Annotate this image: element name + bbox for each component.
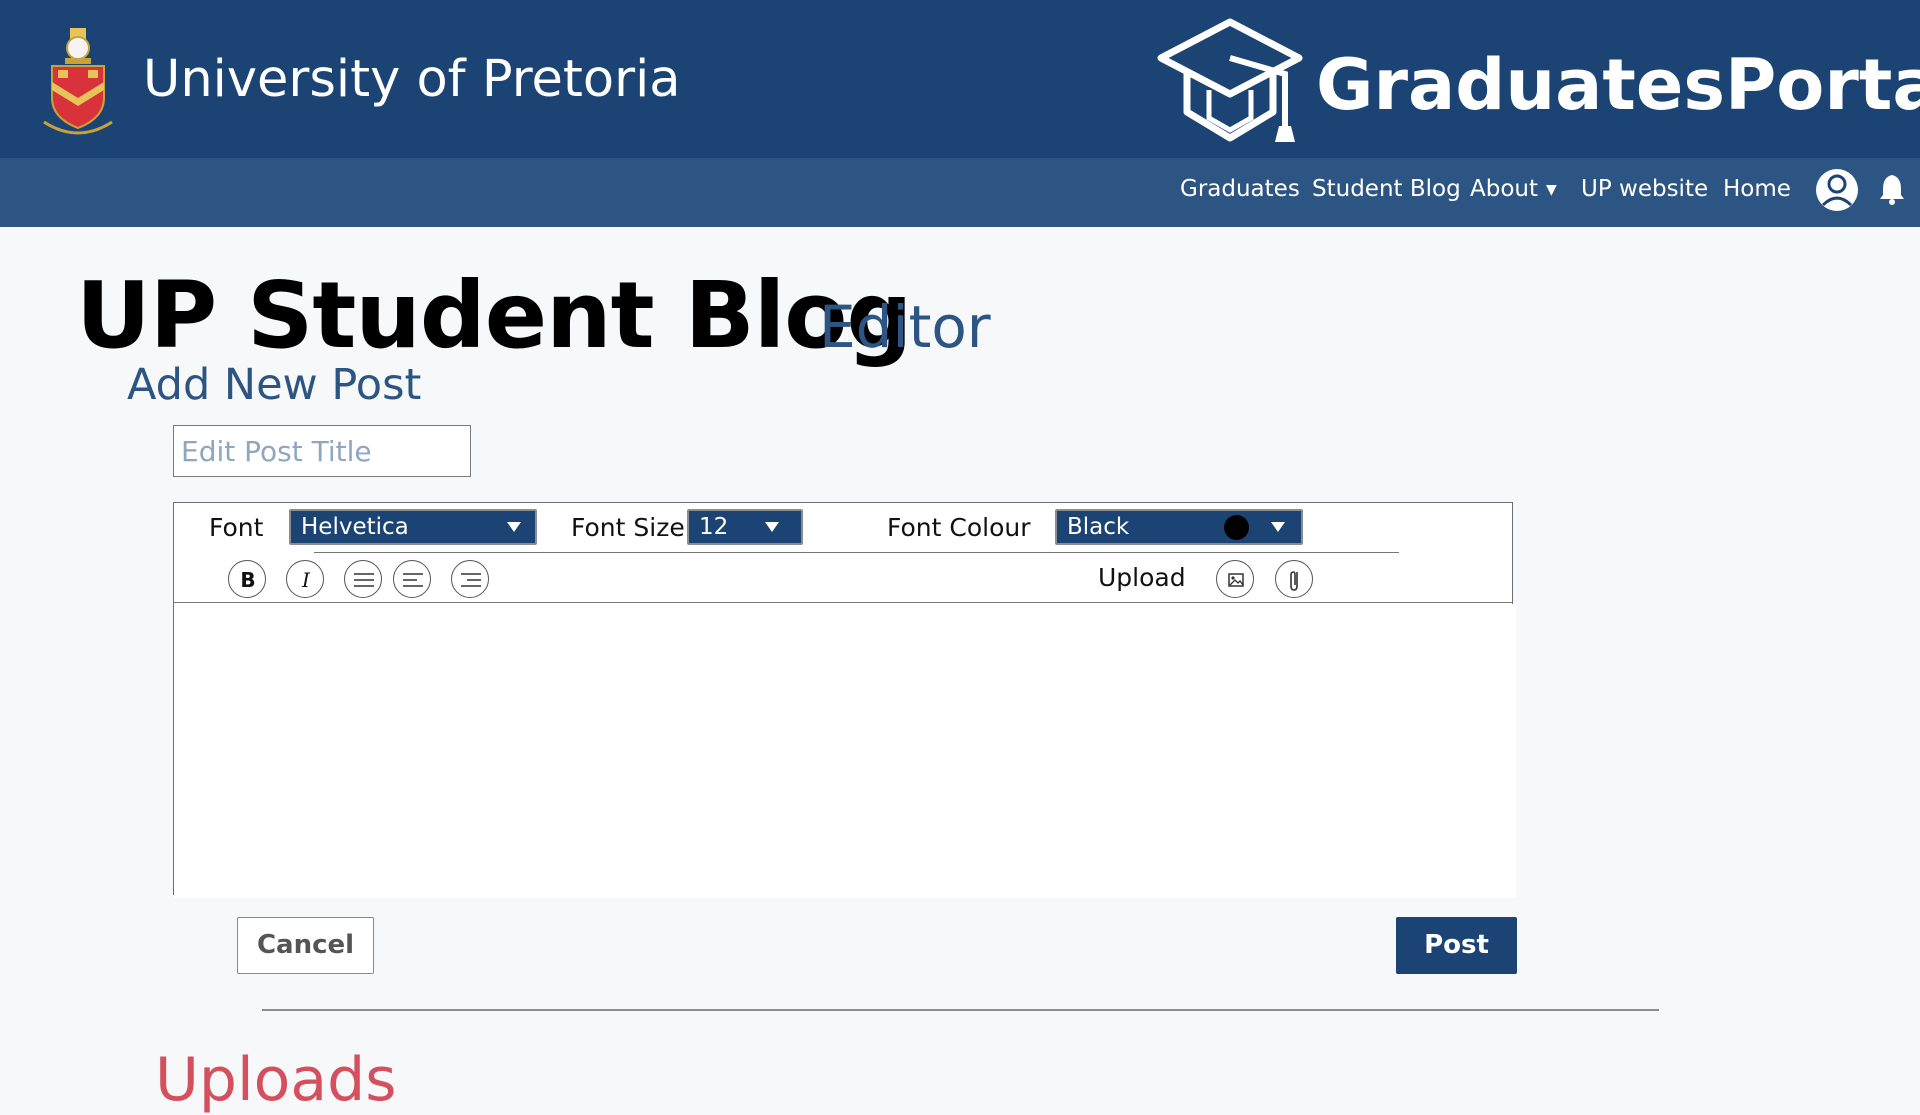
bold-button[interactable]: B bbox=[228, 560, 266, 598]
page-title: UP Student Blog bbox=[76, 262, 912, 369]
toolbar-divider bbox=[314, 552, 1399, 553]
uploads-heading: Uploads bbox=[155, 1045, 397, 1115]
align-right-icon bbox=[461, 573, 481, 587]
italic-button[interactable]: I bbox=[286, 560, 324, 598]
chevron-down-icon bbox=[507, 522, 521, 532]
bell-icon[interactable] bbox=[1879, 173, 1905, 205]
font-colour-label: Font Colour bbox=[887, 513, 1031, 542]
chevron-down-icon: ▼ bbox=[1546, 181, 1557, 198]
colour-swatch bbox=[1224, 515, 1249, 540]
image-icon bbox=[1228, 573, 1244, 587]
university-crest-icon[interactable] bbox=[40, 26, 116, 138]
font-size-select[interactable]: 12 bbox=[687, 509, 803, 545]
font-select-value: Helvetica bbox=[301, 514, 409, 540]
align-left-icon bbox=[403, 573, 423, 587]
font-size-select-value: 12 bbox=[699, 514, 729, 540]
align-justify-icon bbox=[354, 573, 374, 587]
nav-item-graduates[interactable]: Graduates bbox=[1180, 176, 1300, 202]
post-button[interactable]: Post bbox=[1396, 917, 1517, 974]
align-justify-button[interactable] bbox=[344, 560, 382, 598]
portal-name: GraduatesPortal bbox=[1316, 44, 1920, 126]
font-label: Font bbox=[209, 513, 264, 542]
nav-item-home[interactable]: Home bbox=[1723, 176, 1791, 202]
nav-item-up-website[interactable]: UP website bbox=[1581, 176, 1708, 202]
font-colour-select-value: Black bbox=[1067, 514, 1130, 540]
svg-text:B: B bbox=[240, 568, 255, 592]
nav-item-about-label: About bbox=[1470, 176, 1539, 202]
font-select[interactable]: Helvetica bbox=[289, 509, 537, 545]
university-name: University of Pretoria bbox=[143, 50, 681, 109]
section-divider bbox=[262, 1009, 1659, 1011]
font-colour-select[interactable]: Black bbox=[1055, 509, 1303, 545]
font-size-label: Font Size bbox=[571, 513, 685, 542]
section-title-add-new-post: Add New Post bbox=[127, 360, 422, 410]
align-right-button[interactable] bbox=[451, 560, 489, 598]
cancel-button[interactable]: Cancel bbox=[237, 917, 374, 974]
graduation-cap-icon[interactable] bbox=[1157, 18, 1303, 146]
post-body-editor[interactable] bbox=[174, 604, 1516, 898]
paperclip-icon bbox=[1290, 571, 1298, 591]
bold-icon: B bbox=[240, 568, 255, 592]
user-profile-icon[interactable] bbox=[1814, 167, 1860, 213]
chevron-down-icon bbox=[765, 522, 779, 532]
upload-attachment-button[interactable] bbox=[1275, 560, 1313, 598]
italic-icon: I bbox=[301, 568, 311, 592]
nav-item-about[interactable]: About ▼ bbox=[1470, 176, 1557, 202]
post-title-input[interactable] bbox=[173, 425, 471, 477]
upload-image-button[interactable] bbox=[1216, 560, 1254, 598]
upload-label: Upload bbox=[1098, 563, 1186, 592]
svg-text:I: I bbox=[301, 568, 311, 592]
page-subtitle: Editor bbox=[819, 293, 991, 361]
nav-item-student-blog[interactable]: Student Blog bbox=[1312, 176, 1461, 202]
align-left-button[interactable] bbox=[393, 560, 431, 598]
chevron-down-icon bbox=[1271, 522, 1285, 532]
toolbar-divider-bottom bbox=[174, 602, 1512, 603]
